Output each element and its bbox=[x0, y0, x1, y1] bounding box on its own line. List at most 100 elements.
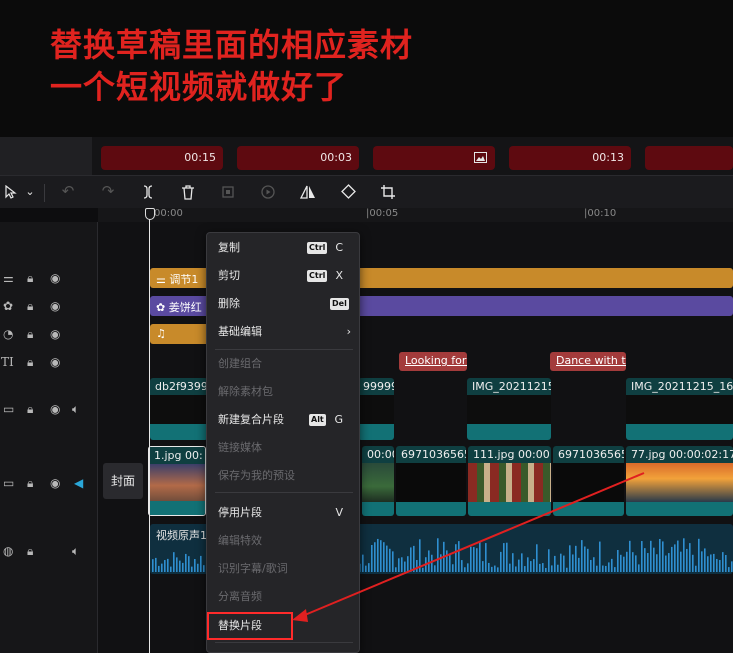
menu-item-label: 分离音频 bbox=[218, 590, 262, 603]
main-clip-duration: 00:00: bbox=[518, 448, 551, 461]
strip-clip[interactable] bbox=[373, 146, 495, 170]
lock-icon[interactable]: 🔒︎ bbox=[27, 402, 33, 417]
text-clip[interactable]: Dance with th bbox=[550, 352, 626, 371]
sticker-icon: ◔ bbox=[3, 327, 14, 341]
rotate-icon[interactable] bbox=[335, 176, 361, 209]
menu-shortcut-key: V bbox=[335, 506, 343, 519]
main-clip-label: 77.jpg 00:00:02:17 bbox=[626, 446, 733, 463]
freeze-frame-icon[interactable] bbox=[215, 176, 241, 209]
main-clip[interactable]: 77.jpg 00:00:02:17 bbox=[626, 446, 733, 516]
adjust-clip-label: 调节1 bbox=[169, 273, 199, 286]
menu-item-link-media: 链接媒体 bbox=[207, 437, 359, 459]
lock-icon[interactable]: 🔒︎ bbox=[27, 327, 33, 342]
menu-item-ungroup-pack: 解除素材包 bbox=[207, 381, 359, 403]
menu-divider bbox=[215, 642, 353, 643]
overlay-clip[interactable]: db2f93999 bbox=[150, 378, 208, 440]
text-clip[interactable]: Looking for m bbox=[399, 352, 467, 371]
track-header-sticker: ◔ 🔒︎ ◉ bbox=[0, 323, 92, 345]
eye-icon[interactable]: ◉ bbox=[50, 476, 60, 490]
overlay-clip-bar bbox=[467, 424, 551, 440]
playhead[interactable] bbox=[149, 208, 150, 653]
kbd-modifier: Alt bbox=[309, 414, 326, 426]
main-clip-label: 1.jpg 00: bbox=[149, 447, 205, 464]
ruler-tick: 00:00 bbox=[154, 208, 183, 219]
menu-divider bbox=[215, 349, 353, 350]
crop-icon[interactable] bbox=[375, 176, 401, 209]
track-header-audio: ◍ 🔒︎ 🔈︎ bbox=[0, 540, 92, 562]
strip-clip[interactable]: 00:13 bbox=[509, 146, 631, 170]
main-clip-duration: 00:00:02:17 bbox=[669, 448, 733, 461]
main-clip[interactable]: 69710365651 bbox=[396, 446, 466, 516]
mirror-icon[interactable] bbox=[295, 176, 321, 209]
menu-item-recognize-captions: 识别字幕/歌词 bbox=[207, 558, 359, 580]
menu-item-edit-effects: 编辑特效 bbox=[207, 530, 359, 552]
menu-item-label: 识别字幕/歌词 bbox=[218, 562, 288, 575]
overlay-clip-label: IMG_20211215_16051 bbox=[626, 378, 733, 395]
kbd-modifier: Ctrl bbox=[307, 242, 328, 254]
overlay-clip-label: 999999 bbox=[358, 378, 394, 395]
strip-clip[interactable]: 00:03 bbox=[237, 146, 359, 170]
chevron-down-icon[interactable]: ⌄ bbox=[20, 176, 40, 209]
play-circle-icon[interactable] bbox=[255, 176, 281, 209]
menu-divider bbox=[215, 492, 353, 493]
overlay-clip[interactable]: IMG_20211215_16051 bbox=[626, 378, 733, 440]
main-clip-label: 111.jpg 00:00: bbox=[468, 446, 551, 463]
overlay-clip-label: db2f93999 bbox=[150, 378, 208, 395]
menu-item-create-group: 创建组合 bbox=[207, 353, 359, 375]
main-clip-bar bbox=[149, 501, 205, 515]
menu-item-label: 创建组合 bbox=[218, 357, 262, 370]
main-clip-selected[interactable]: 1.jpg 00: bbox=[148, 446, 206, 516]
lock-icon[interactable]: 🔒︎ bbox=[27, 355, 33, 370]
filter-icon: ✿ bbox=[3, 299, 14, 313]
main-clip-bar bbox=[468, 502, 551, 516]
select-pointer-icon[interactable] bbox=[0, 176, 22, 209]
timeline-ruler[interactable]: 00:00 |00:05 |00:10 bbox=[98, 208, 733, 222]
eye-icon[interactable]: ◉ bbox=[50, 327, 60, 341]
menu-item-delete[interactable]: 删除 Del bbox=[207, 293, 359, 315]
delete-icon[interactable] bbox=[175, 176, 201, 209]
eye-icon[interactable]: ◉ bbox=[50, 402, 60, 416]
main-clip[interactable]: 111.jpg 00:00: bbox=[468, 446, 551, 516]
main-clip-label: 00:00: bbox=[362, 446, 394, 463]
lock-icon[interactable]: 🔒︎ bbox=[27, 299, 33, 314]
main-track-mute-icon[interactable]: ◀ bbox=[74, 476, 83, 490]
main-clip-name: 77.jpg bbox=[631, 448, 666, 461]
menu-item-label: 剪切 bbox=[218, 269, 240, 282]
redo-icon[interactable]: ↷ bbox=[95, 176, 121, 209]
strip-clip-label: 00:13 bbox=[592, 151, 624, 164]
lock-icon[interactable]: 🔒︎ bbox=[27, 271, 33, 286]
menu-item-label: 基础编辑 bbox=[218, 325, 262, 338]
clip-strip: 00:15 00:03 00:13 bbox=[0, 137, 733, 175]
eye-icon[interactable]: ◉ bbox=[50, 271, 60, 285]
chevron-right-icon: › bbox=[346, 325, 351, 338]
menu-item-basic-edit[interactable]: 基础编辑 › bbox=[207, 321, 359, 343]
strip-clip[interactable] bbox=[645, 146, 733, 170]
cover-button[interactable]: 封面 bbox=[103, 463, 143, 499]
overlay-clip[interactable]: IMG_20211215_ bbox=[467, 378, 551, 440]
menu-item-new-compound[interactable]: 新建复合片段 Alt G bbox=[207, 409, 359, 431]
overlay-clip[interactable]: 999999 bbox=[358, 378, 394, 440]
sticker-clip[interactable]: ♫ bbox=[150, 324, 210, 344]
split-icon[interactable] bbox=[135, 176, 161, 209]
lock-icon[interactable]: 🔒︎ bbox=[27, 544, 33, 559]
ruler-tick: |00:05 bbox=[366, 208, 399, 219]
menu-item-disable-clip[interactable]: 停用片段 V bbox=[207, 502, 359, 524]
lock-icon[interactable]: 🔒︎ bbox=[27, 476, 33, 491]
sticker-icon: ♫ bbox=[156, 327, 166, 340]
playhead-handle[interactable] bbox=[145, 208, 155, 220]
timeline-toolbar: ⌄ ↶ ↷ bbox=[0, 175, 733, 208]
menu-item-separate-audio: 分离音频 bbox=[207, 586, 359, 608]
replace-clip-highlight bbox=[207, 612, 293, 640]
main-clip[interactable]: 00:00: bbox=[362, 446, 394, 516]
undo-icon[interactable]: ↶ bbox=[55, 176, 81, 209]
strip-clip[interactable]: 00:15 bbox=[101, 146, 223, 170]
volume-icon[interactable]: 🔈︎ bbox=[72, 402, 79, 417]
menu-item-cut[interactable]: 剪切 Ctrl X bbox=[207, 265, 359, 287]
volume-icon[interactable]: 🔈︎ bbox=[72, 544, 79, 559]
eye-icon[interactable]: ◉ bbox=[50, 355, 60, 369]
filter-clip-label: 姜饼红 bbox=[168, 301, 202, 314]
eye-icon[interactable]: ◉ bbox=[50, 299, 60, 313]
overlay-clip-label: IMG_20211215_ bbox=[467, 378, 551, 395]
main-clip[interactable]: 69710365651 bbox=[553, 446, 624, 516]
menu-item-copy[interactable]: 复制 Ctrl C bbox=[207, 237, 359, 259]
